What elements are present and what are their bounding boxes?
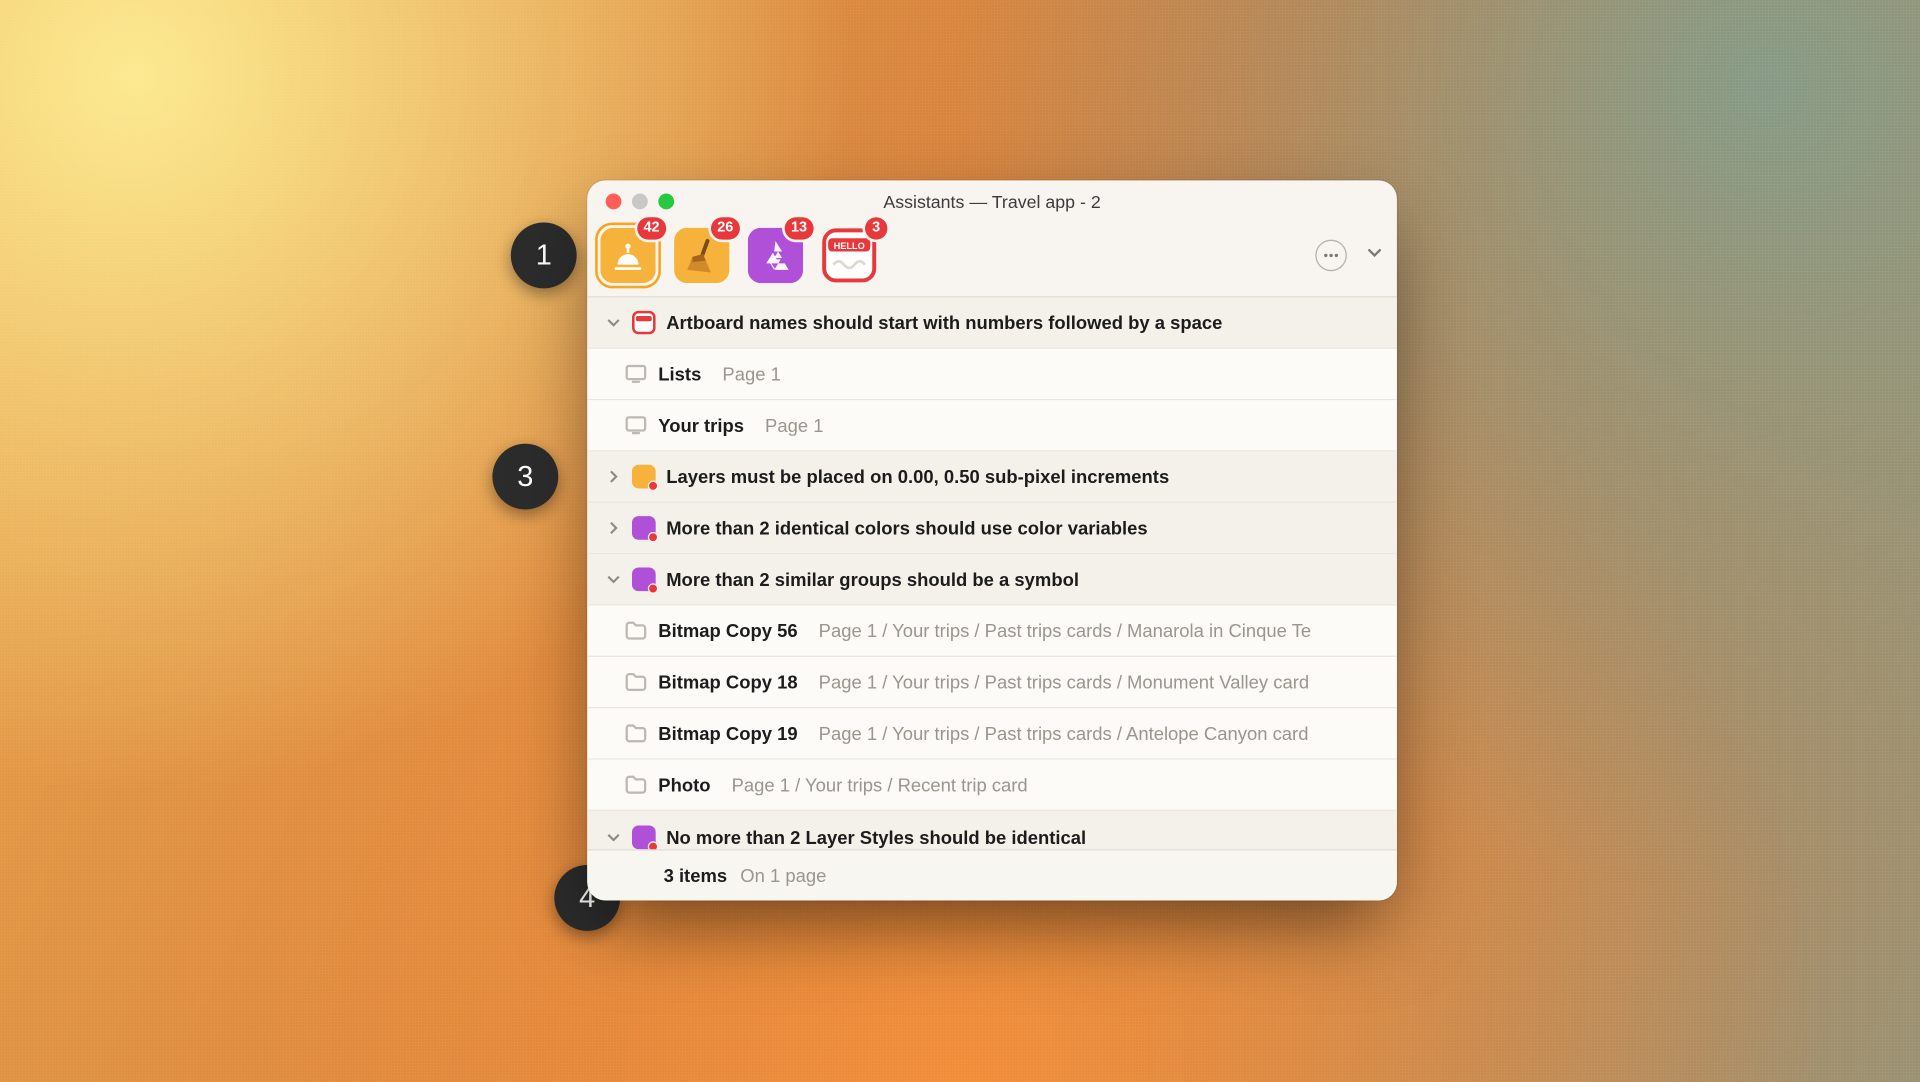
ellipsis-icon — [1322, 246, 1340, 264]
folder-icon — [624, 619, 648, 643]
assistant-naming[interactable]: HELLO 3 — [822, 228, 877, 283]
titlebar: Assistants — Travel app - 2 — [587, 180, 1397, 222]
rule-row-r1[interactable]: Artboard names should start with numbers… — [587, 298, 1397, 349]
rule-title: More than 2 identical colors should use … — [666, 517, 1147, 538]
item-path: Page 1 / Your trips / Recent trip card — [732, 774, 1028, 795]
artboard-icon — [624, 413, 648, 437]
toolbar: 42 26 13 HELLO — [587, 223, 1397, 298]
rule-tidy-icon — [632, 465, 656, 489]
assistant-reuse-badge: 13 — [784, 217, 813, 239]
result-item[interactable]: Bitmap Copy 19 Page 1 / Your trips / Pas… — [587, 708, 1397, 759]
chevron-down-icon — [606, 830, 622, 843]
rule-row-r5[interactable]: No more than 2 Layer Styles should be id… — [587, 811, 1397, 849]
result-item[interactable]: Photo Page 1 / Your trips / Recent trip … — [587, 760, 1397, 811]
assistant-naming-badge: 3 — [865, 217, 887, 239]
status-bar: 3 items On 1 page — [587, 849, 1397, 900]
folder-icon — [624, 670, 648, 694]
window-controls — [587, 194, 674, 210]
rule-title: More than 2 similar groups should be a s… — [666, 569, 1079, 590]
item-path: Page 1 / Your trips / Past trips cards /… — [819, 723, 1309, 744]
assistants-window: Assistants — Travel app - 2 42 26 — [587, 180, 1397, 900]
item-name: Your trips — [658, 415, 744, 436]
chevron-right-icon — [606, 470, 622, 483]
toolbar-dropdown-button[interactable] — [1365, 243, 1383, 268]
folder-icon — [624, 721, 648, 745]
chevron-right-icon — [606, 521, 622, 534]
zoom-window-button[interactable] — [658, 194, 674, 210]
minimize-window-button[interactable] — [632, 194, 648, 210]
chevron-down-icon — [606, 573, 622, 586]
assistant-reuse[interactable]: 13 — [748, 228, 803, 283]
item-path: Page 1 / Your trips / Past trips cards /… — [819, 671, 1309, 692]
rule-reuse-icon — [632, 567, 656, 591]
close-window-button[interactable] — [606, 194, 622, 210]
rule-title: Artboard names should start with numbers… — [666, 312, 1222, 333]
artboard-icon — [624, 362, 648, 386]
assistant-tidy[interactable]: 26 — [674, 228, 729, 283]
rule-row-r4[interactable]: More than 2 similar groups should be a s… — [587, 554, 1397, 605]
assistant-concierge-badge: 42 — [637, 217, 666, 239]
rule-row-r3[interactable]: More than 2 identical colors should use … — [587, 503, 1397, 554]
assistant-concierge[interactable]: 42 — [600, 228, 655, 283]
rule-reuse-icon — [632, 516, 656, 540]
result-item[interactable]: Your trips Page 1 — [587, 400, 1397, 451]
chevron-down-icon — [1365, 243, 1383, 261]
results-list: Artboard names should start with numbers… — [587, 298, 1397, 850]
item-path: Page 1 — [765, 415, 823, 436]
svg-text:HELLO: HELLO — [834, 241, 865, 251]
rule-title: Layers must be placed on 0.00, 0.50 sub-… — [666, 466, 1169, 487]
result-item[interactable]: Bitmap Copy 56 Page 1 / Your trips / Pas… — [587, 606, 1397, 657]
callout-1: 1 — [511, 223, 577, 289]
item-path: Page 1 — [722, 363, 780, 384]
rule-row-r2[interactable]: Layers must be placed on 0.00, 0.50 sub-… — [587, 452, 1397, 503]
folder-icon — [624, 773, 648, 797]
rule-naming-icon — [632, 311, 656, 335]
callout-3: 3 — [492, 444, 558, 510]
assistant-tidy-badge: 26 — [711, 217, 740, 239]
more-options-button[interactable] — [1315, 240, 1347, 272]
result-item[interactable]: Bitmap Copy 18 Page 1 / Your trips / Pas… — [587, 657, 1397, 708]
item-path: Page 1 / Your trips / Past trips cards /… — [819, 620, 1311, 641]
result-item[interactable]: Lists Page 1 — [587, 349, 1397, 400]
item-name: Photo — [658, 774, 710, 795]
item-name: Bitmap Copy 56 — [658, 620, 797, 641]
item-name: Bitmap Copy 18 — [658, 671, 797, 692]
status-pages: On 1 page — [740, 865, 826, 886]
status-count: 3 items — [664, 865, 728, 886]
item-name: Bitmap Copy 19 — [658, 723, 797, 744]
window-title: Assistants — Travel app - 2 — [883, 192, 1100, 212]
rule-title: No more than 2 Layer Styles should be id… — [666, 826, 1086, 847]
item-name: Lists — [658, 363, 701, 384]
chevron-down-icon — [606, 316, 622, 329]
rule-reuse-icon — [632, 825, 656, 849]
